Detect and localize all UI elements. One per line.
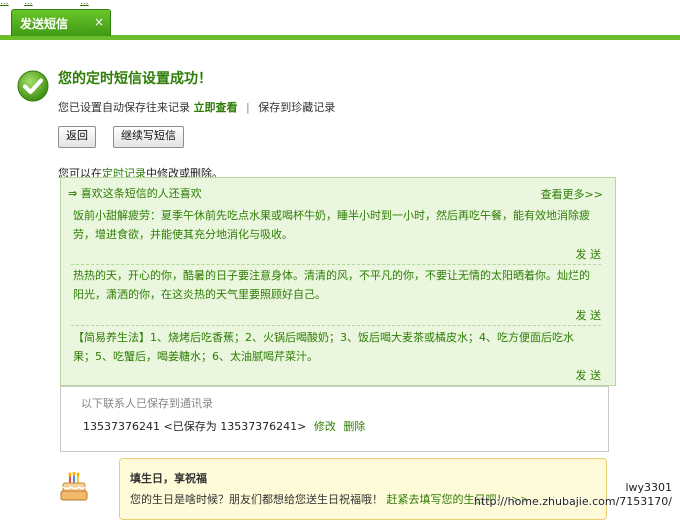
send-button[interactable]: 发 送 <box>576 246 602 262</box>
contact-entry: 13537376241 <已保存为 13537376241> <box>83 420 307 433</box>
sms-item-text: 饭前小甜解疲劳：夏季午休前先吃点水果或喝杯牛奶，睡半小时到一小时，然后再吃午餐，… <box>73 209 590 241</box>
tab-send-sms[interactable]: 发送短信 × <box>11 9 111 36</box>
recommend-panel: ⇒ 喜欢这条短信的人还喜欢 查看更多>> 饭前小甜解疲劳：夏季午休前先吃点水果或… <box>60 177 616 386</box>
saved-record-line: 您已设置自动保存往来记录 立即查看 | 保存到珍藏记录 <box>58 99 335 115</box>
send-button[interactable]: 发 送 <box>576 307 602 323</box>
sms-item-text: 热热的天，开心的你，酷暑的日子要注意身体。清清的风，不平凡的你，不要让无情的太阳… <box>73 269 590 301</box>
saved-prefix: 您已设置自动保存往来记录 <box>58 101 190 114</box>
success-title: 您的定时短信设置成功！ <box>58 71 212 87</box>
back-button[interactable]: 返回 <box>58 126 96 148</box>
divider <box>71 325 601 326</box>
delete-contact-link[interactable]: 删除 <box>343 420 365 433</box>
recommend-header: ⇒ 喜欢这条短信的人还喜欢 <box>68 185 202 201</box>
top-link-strip: ... ... ... <box>0 0 680 7</box>
tab-label: 发送短信 <box>20 17 69 31</box>
birthday-cake-icon <box>60 472 88 501</box>
success-check-icon <box>17 70 49 102</box>
birthday-text: 您的生日是啥时候？朋友们都想给您送生日祝福哦！ 赶紧去填写您的生日吧！ >> <box>130 491 529 507</box>
send-button[interactable]: 发 送 <box>576 367 602 383</box>
tab-bar: 发送短信 × <box>0 6 680 40</box>
see-more-link[interactable]: 查看更多>> <box>541 186 603 202</box>
saved-contacts-box: 以下联系人已保存到通讯录 13537376241 <已保存为 135373762… <box>60 386 609 452</box>
view-now-link[interactable]: 立即查看 <box>194 101 238 114</box>
birthday-title: 填生日，享祝福 <box>130 472 207 485</box>
arrow-right-icon: ⇒ <box>68 187 78 200</box>
watermark-user: lwy3301 <box>625 481 672 494</box>
birthday-message: 您的生日是啥时候？朋友们都想给您送生日祝福哦！ <box>130 493 383 506</box>
save-to-favorites-link[interactable]: 保存到珍藏记录 <box>258 101 335 114</box>
sms-item-text: 【简易养生法】1、烧烤后吃香蕉；2、火锅后喝酸奶；3、饭后喝大麦茶或橘皮水；4、… <box>73 331 574 363</box>
contacts-header: 以下联系人已保存到通讯录 <box>81 397 213 410</box>
contact-row: 13537376241 <已保存为 13537376241> 修改 删除 <box>83 418 365 434</box>
watermark-url: http://home.zhubajie.com/7153170/ <box>473 495 672 508</box>
separator: | <box>246 101 250 114</box>
edit-contact-link[interactable]: 修改 <box>314 420 336 433</box>
continue-writing-button[interactable]: 继续写短信 <box>113 126 184 148</box>
recommend-title: 喜欢这条短信的人还喜欢 <box>80 187 202 200</box>
close-icon[interactable]: × <box>94 15 104 29</box>
divider <box>71 264 601 265</box>
